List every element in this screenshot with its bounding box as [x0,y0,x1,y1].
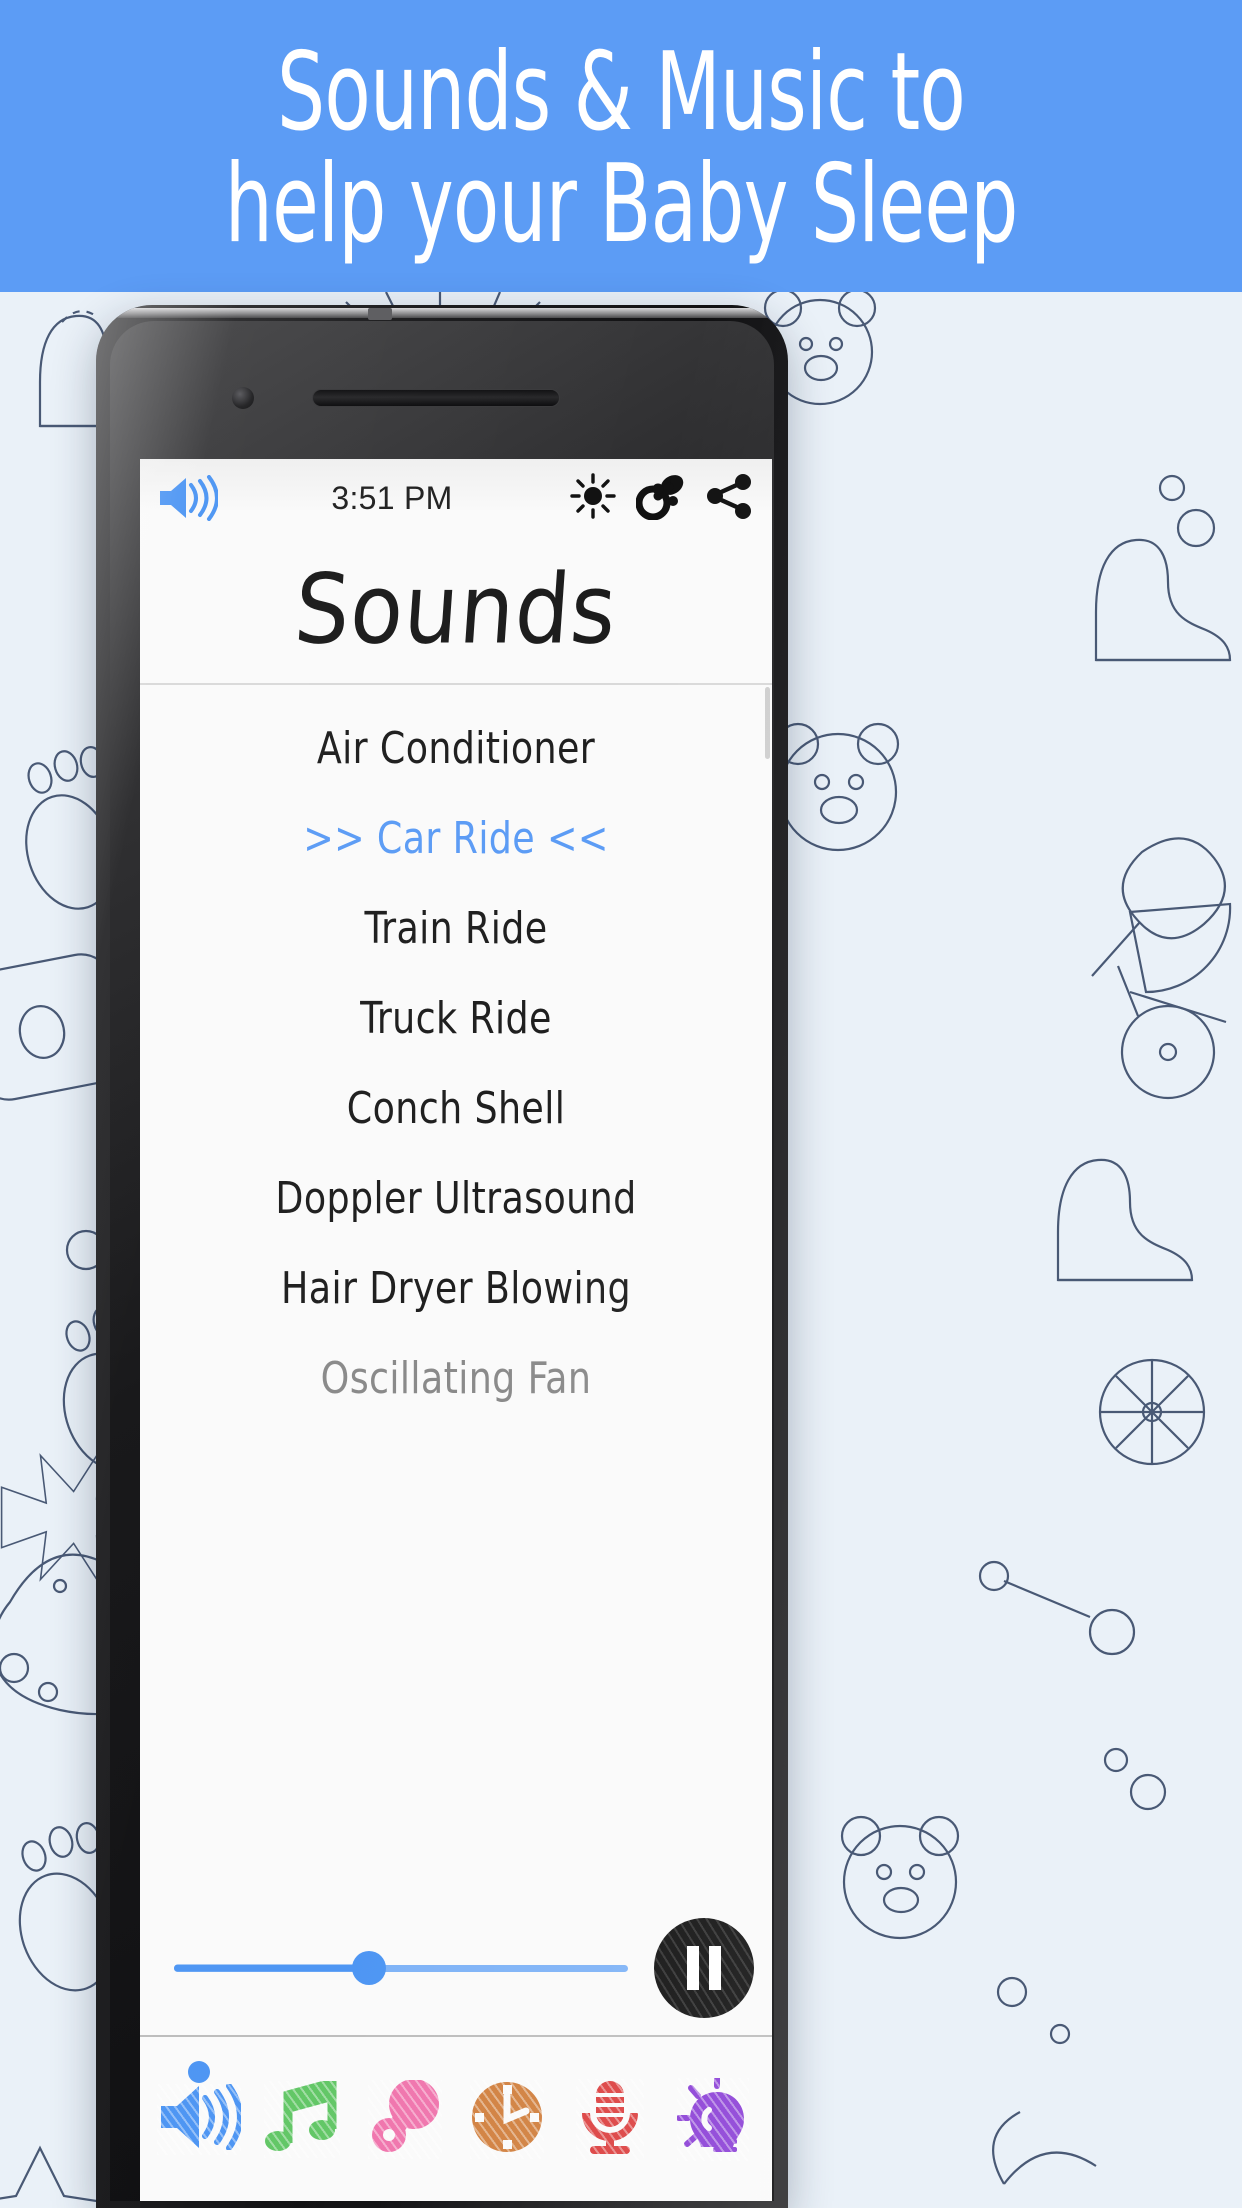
status-time: 3:51 PM [331,479,453,516]
seek-thumb[interactable] [352,1951,387,1985]
microphone-icon [575,2078,644,2160]
front-camera-icon [232,387,254,409]
phone-top-strip [116,308,768,318]
seek-fill [174,1964,370,1972]
speaker-volume-icon [160,475,218,521]
nav-toys[interactable] [357,2059,453,2179]
pause-icon-bar-right [709,1946,721,1990]
pacifier-icon[interactable] [635,472,686,525]
pause-button[interactable] [654,1918,754,2018]
status-bar-actions [570,472,754,525]
nav-sounds[interactable] [151,2059,247,2179]
nav-light[interactable] [665,2059,761,2179]
promo-banner-line-2: help your Baby Sleep [224,142,1019,267]
phone-glass: 3:51 PM Sounds Air Conditioner >> Car Ri… [110,321,774,2201]
seek-slider[interactable] [174,1951,628,1985]
list-item[interactable]: Train Ride [165,883,746,973]
rattle-icon [367,2078,442,2159]
brightness-icon[interactable] [570,472,616,524]
lightbulb-icon [675,2074,749,2161]
nav-timer[interactable] [459,2059,555,2179]
music-note-icon [263,2076,340,2158]
active-indicator-dot [188,2061,211,2083]
list-item[interactable]: Air Conditioner [165,703,746,793]
status-bar: 3:51 PM [140,459,772,537]
page-title: Sounds [291,554,621,666]
list-item[interactable]: Hair Dryer Blowing [165,1243,746,1333]
sound-list[interactable]: Air Conditioner >> Car Ride << Train Rid… [140,685,772,1901]
promo-banner-line-1: Sounds & Music to [277,29,966,155]
pause-icon-bar-left [687,1946,699,1990]
phone-device: 3:51 PM Sounds Air Conditioner >> Car Ri… [96,305,788,2208]
player-bar [140,1901,772,2037]
bottom-navigation [140,2037,772,2201]
list-item[interactable]: Truck Ride [165,973,746,1063]
phone-top-nub [368,308,392,320]
list-item[interactable]: Oscillating Fan [165,1333,746,1423]
promo-banner: Sounds & Music to help your Baby Sleep [0,0,1242,292]
clock-icon [470,2079,545,2159]
list-item[interactable]: Doppler Ultrasound [165,1153,746,1243]
speaker-volume-icon [157,2082,244,2155]
scrollbar-thumb[interactable] [765,687,770,759]
nav-music[interactable] [254,2059,350,2179]
app-screen: 3:51 PM Sounds Air Conditioner >> Car Ri… [140,459,772,2201]
list-item-selected[interactable]: >> Car Ride << [165,793,746,883]
app-title-bar: Sounds [140,537,772,685]
earpiece-speaker [312,389,560,407]
nav-record[interactable] [562,2059,658,2179]
share-icon[interactable] [706,473,754,524]
list-item[interactable]: Conch Shell [165,1063,746,1153]
